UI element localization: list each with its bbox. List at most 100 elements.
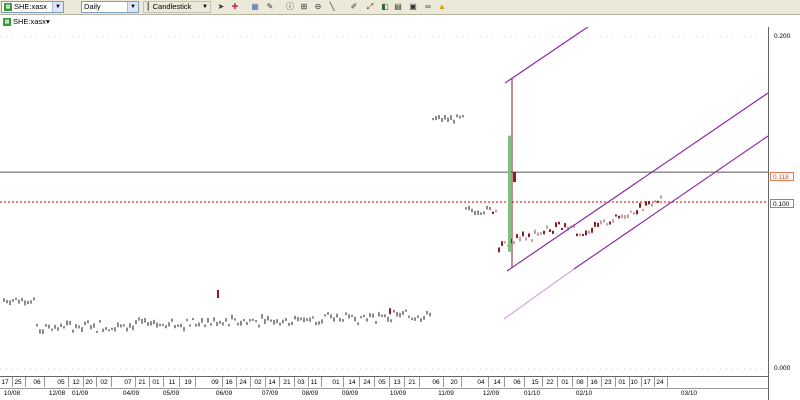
x-month-tick: 10/08 <box>3 390 21 397</box>
price-bar <box>132 325 134 331</box>
price-chart[interactable] <box>0 27 768 376</box>
zoom-out-icon[interactable]: ⊖ <box>313 2 323 12</box>
price-bar <box>279 322 281 326</box>
price-bar <box>192 317 194 321</box>
x-tick-divider <box>236 377 237 387</box>
price-bar <box>597 222 599 227</box>
chevron-down-icon[interactable]: ▾ <box>46 17 50 26</box>
chart-legend[interactable]: ▦ SHE:xasx▾ <box>3 16 50 27</box>
price-bar <box>198 322 200 327</box>
x-day-tick: 02 <box>100 379 108 386</box>
x-tick-divider <box>222 377 223 387</box>
time-axis-divider <box>0 388 768 389</box>
price-bar <box>318 321 320 325</box>
x-month-tick: 12/08 <box>48 390 66 397</box>
symbol-select[interactable]: ▦ SHE:xasx ▼ <box>1 1 64 13</box>
price-bar <box>447 117 449 122</box>
price-bar <box>471 208 473 213</box>
price-bar <box>351 314 353 318</box>
indicator-icon[interactable]: ◧ <box>380 2 390 12</box>
channel-extension-line <box>503 268 575 320</box>
period-select[interactable]: Daily ▼ <box>81 1 139 13</box>
price-bar <box>270 319 272 322</box>
price-bar <box>69 320 71 325</box>
x-tick-divider <box>615 377 616 387</box>
save-icon[interactable]: ▤ <box>393 2 403 12</box>
price-bar <box>588 230 590 234</box>
price-bar <box>582 233 584 237</box>
price-bar <box>333 317 335 322</box>
price-axis[interactable] <box>768 27 800 400</box>
price-bar <box>75 324 77 329</box>
time-axis[interactable]: 17 25 06 05 12 20 02 07 21 01 11 19 09 16 24 02 14 21 03 11… <box>0 376 768 400</box>
price-bar <box>297 317 299 322</box>
trend-channel[interactable] <box>503 27 768 320</box>
price-bar <box>141 318 143 324</box>
grid-icon[interactable]: ▦ <box>250 2 260 12</box>
price-bar <box>213 317 215 322</box>
x-tick-divider <box>654 377 655 387</box>
price-bar <box>345 312 347 316</box>
price-bar <box>414 317 416 321</box>
x-day-tick: 15 <box>531 379 539 386</box>
chevron-down-icon[interactable]: ▼ <box>127 2 138 12</box>
price-bar <box>306 318 308 321</box>
price-bar <box>474 210 476 216</box>
price-bar <box>369 313 371 318</box>
legend-symbol: SHE:xasx <box>13 17 46 26</box>
price-bar <box>492 211 494 214</box>
price-bar <box>228 323 230 327</box>
chevron-down-icon[interactable]: ▼ <box>200 2 210 12</box>
zoom-in-icon[interactable]: ⊞ <box>299 2 309 12</box>
x-day-tick: 13 <box>393 379 401 386</box>
price-bar <box>96 330 98 333</box>
chevron-down-icon[interactable]: ▼ <box>52 2 63 12</box>
x-day-tick: 20 <box>85 379 93 386</box>
price-bar <box>216 321 218 326</box>
price-bar <box>399 313 401 318</box>
price-bar <box>159 323 161 327</box>
price-bar <box>177 324 179 327</box>
price-bar <box>408 315 410 319</box>
price-bar <box>243 319 245 322</box>
price-bar <box>330 314 332 319</box>
x-day-tick: 09 <box>211 379 219 386</box>
price-bar <box>3 298 5 302</box>
price-bar <box>627 214 629 219</box>
crosshair-icon[interactable]: ✚ <box>230 2 240 12</box>
price-bar <box>423 315 425 320</box>
price-bar <box>312 316 314 319</box>
price-bar <box>660 195 662 199</box>
price-bar <box>183 327 185 332</box>
auto-scale-icon[interactable]: ⤢ <box>365 2 375 12</box>
chart-type-select[interactable]: ┃ Candlestick ▼ <box>143 1 211 13</box>
x-tick-divider <box>601 377 602 387</box>
price-bar <box>564 223 566 228</box>
print-icon[interactable]: ▣ <box>408 2 418 12</box>
cursor-icon[interactable]: ➤ <box>216 2 226 12</box>
x-month-tick: 05/09 <box>162 390 180 397</box>
line-tool-icon[interactable]: ╲ <box>327 2 337 12</box>
price-bar <box>360 316 362 319</box>
x-day-tick: 21 <box>283 379 291 386</box>
price-bar <box>354 316 356 322</box>
price-bar <box>531 239 533 242</box>
price-bar <box>537 232 539 236</box>
price-bar <box>579 233 581 237</box>
price-bar <box>66 320 68 326</box>
price-bar <box>120 324 122 328</box>
alert-icon[interactable]: ▲ <box>437 2 447 12</box>
price-bar <box>237 322 239 326</box>
pen-icon[interactable]: ✐ <box>349 2 359 12</box>
link-icon[interactable]: ∞ <box>423 2 433 12</box>
price-bar <box>621 214 623 219</box>
x-day-tick: 02 <box>254 379 262 386</box>
draw-icon[interactable]: ✎ <box>265 2 275 12</box>
price-bar <box>501 241 503 246</box>
price-bar <box>636 210 638 215</box>
price-bar <box>552 230 554 234</box>
price-bar <box>90 325 92 330</box>
x-day-tick: 24 <box>239 379 247 386</box>
price-bar <box>462 115 464 118</box>
info-icon[interactable]: ⓘ <box>285 2 295 12</box>
